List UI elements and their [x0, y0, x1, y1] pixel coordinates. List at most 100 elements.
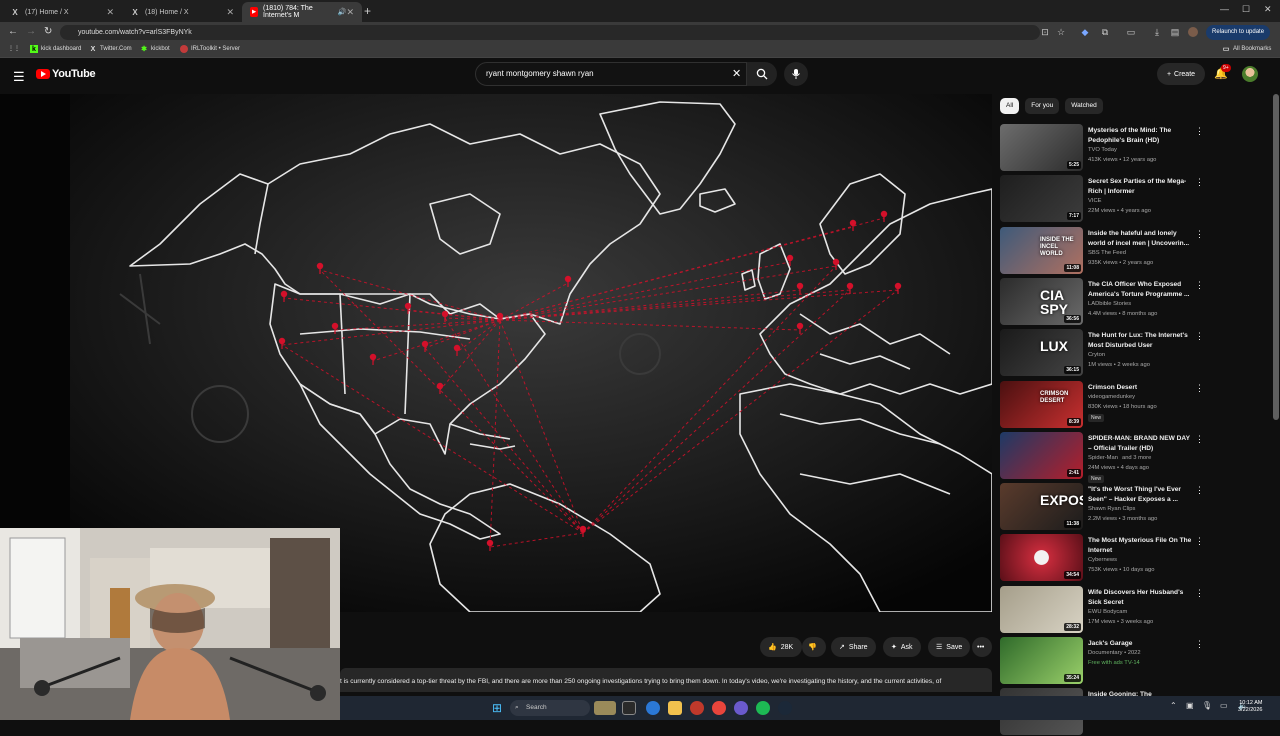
more-options-icon[interactable]: ⋮	[1195, 331, 1204, 342]
video-thumbnail[interactable]: 35:24	[1000, 637, 1083, 684]
video-thumbnail[interactable]: INSIDE THE INCEL WORLD 11:08	[1000, 226, 1083, 274]
spotify-icon[interactable]	[756, 701, 770, 715]
widgets-icon[interactable]	[594, 701, 616, 715]
recommendation-title[interactable]: Inside the hateful and lonely world of i…	[1088, 229, 1192, 249]
address-bar[interactable]: youtube.com/watch?v=arlS3FByNYk	[60, 25, 1040, 40]
chrome-icon[interactable]	[712, 701, 726, 715]
video-description[interactable]: t is currently considered a top-tier thr…	[340, 668, 992, 692]
recommendation-title[interactable]: Crimson Desert	[1088, 383, 1192, 393]
recommendation-title[interactable]: Secret Sex Parties of the Mega-Rich | In…	[1088, 177, 1192, 197]
close-tab-icon[interactable]: ✕	[226, 7, 234, 18]
taskbar-search[interactable]: ⌕ Search	[510, 700, 590, 716]
account-avatar[interactable]	[1242, 66, 1258, 82]
tray-chevron-icon[interactable]: ⌃	[1170, 701, 1184, 715]
browser-tab-x-home-2[interactable]: X (18) Home / X ✕	[122, 2, 242, 22]
channel-name[interactable]: Spider-Man and 3 more	[1088, 455, 1151, 461]
speaker-icon[interactable]: 🔊	[338, 8, 347, 16]
recommendation-item[interactable]: 28:32 Wife Discovers Her Husband's Sick S…	[1000, 585, 1270, 634]
bookmark-kickbot[interactable]: ✱ kickbot	[140, 45, 170, 53]
recommendation-title[interactable]: Jack's Garage	[1088, 639, 1192, 649]
ask-button[interactable]: ✦ Ask	[883, 637, 921, 657]
more-options-icon[interactable]: ⋮	[1195, 434, 1204, 445]
system-clock[interactable]: 10:12 AM 3/22/2026	[1238, 700, 1262, 714]
network-icon[interactable]: ▭	[1220, 701, 1234, 715]
video-thumbnail[interactable]: 34:54	[1000, 534, 1083, 582]
chip-watched[interactable]: Watched	[1065, 98, 1103, 114]
more-options-icon[interactable]: ⋮	[1195, 229, 1204, 240]
relaunch-button[interactable]: Relaunch to update	[1206, 25, 1271, 40]
channel-name[interactable]: Cybernews	[1088, 557, 1117, 563]
extensions-icon[interactable]: ⧉	[1100, 27, 1110, 37]
channel-name[interactable]: Shawn Ryan Clips	[1088, 506, 1135, 512]
edge-browser-icon[interactable]	[646, 701, 660, 715]
microphone-tray-icon[interactable]: 🎙	[1202, 701, 1216, 715]
channel-name[interactable]: EWU Bodycam	[1088, 609, 1127, 615]
forward-icon[interactable]: →	[26, 26, 36, 37]
search-button[interactable]	[747, 62, 777, 86]
channel-name[interactable]: VICE	[1088, 198, 1102, 204]
video-thumbnail[interactable]: 7:17	[1000, 175, 1083, 223]
recommendation-item[interactable]: 7:17 Secret Sex Parties of the Mega-Rich …	[1000, 175, 1270, 223]
voice-search-button[interactable]	[784, 62, 808, 86]
video-thumbnail[interactable]: 5:25	[1000, 124, 1083, 171]
channel-name[interactable]: TVO Today	[1088, 147, 1117, 153]
recommendation-item[interactable]: CRIMSON DESERT 8:39 Crimson Desert videogam…	[1000, 380, 1270, 429]
share-button[interactable]: ↗ Share	[831, 637, 876, 657]
menu-icon[interactable]: ☰	[13, 69, 25, 85]
more-options-icon[interactable]: ⋮	[1195, 639, 1204, 650]
back-icon[interactable]: ←	[8, 26, 18, 37]
recommendation-item[interactable]: CIA SPY 36:56 The CIA Officer Who Exposed …	[1000, 277, 1270, 326]
browser-tab-x-home-1[interactable]: X (17) Home / X ✕	[2, 2, 122, 22]
task-view-icon[interactable]	[622, 701, 636, 715]
recommendation-item[interactable]: 34:54 The Most Mysterious File On The Int…	[1000, 534, 1270, 582]
reload-icon[interactable]: ↻	[44, 26, 52, 37]
more-options-icon[interactable]: ⋮	[1195, 280, 1204, 291]
bookmark-kick-dashboard[interactable]: k kick dashboard	[30, 45, 81, 53]
discord-icon[interactable]	[734, 701, 748, 715]
recommendation-item[interactable]: 2:41 SPIDER-MAN: BRAND NEW DAY – Official…	[1000, 431, 1270, 483]
recommendation-item[interactable]: LUX 36:15 The Hunt for Lux: The Internet's…	[1000, 329, 1270, 377]
recommendation-title[interactable]: Wife Discovers Her Husband's Sick Secret	[1088, 588, 1192, 608]
browser-tab-youtube[interactable]: ▶ (1810) 784: The Internet's M 🔊 ✕	[242, 2, 362, 22]
channel-name[interactable]: LADbible Stories	[1088, 301, 1131, 307]
recommendation-title[interactable]: The Hunt for Lux: The Internet's Most Di…	[1088, 331, 1192, 351]
close-tab-icon[interactable]: ✕	[106, 7, 114, 18]
all-bookmarks-button[interactable]: ▭ All Bookmarks	[1222, 45, 1272, 53]
video-thumbnail[interactable]: 28:32	[1000, 585, 1083, 633]
video-thumbnail[interactable]: CRIMSON DESERT 8:39	[1000, 380, 1083, 428]
extension-icon[interactable]: ◆	[1080, 27, 1090, 37]
video-thumbnail[interactable]: EXPOSING 11:38	[1000, 483, 1083, 531]
apps-grid-icon[interactable]: ⋮⋮	[8, 45, 20, 52]
channel-name[interactable]: SBS The Feed	[1088, 250, 1126, 256]
maximize-icon[interactable]: ☐	[1242, 4, 1250, 15]
bookmark-twitter[interactable]: X Twitter.Com	[89, 45, 132, 53]
recommendation-title[interactable]: The Most Mysterious File On The Internet	[1088, 536, 1192, 556]
more-actions-button[interactable]: •••	[972, 637, 992, 657]
video-thumbnail[interactable]: 2:41	[1000, 431, 1083, 479]
steam-icon[interactable]	[778, 701, 792, 715]
windows-start-icon[interactable]: ⊞	[490, 701, 504, 715]
recommendation-title[interactable]: SPIDER-MAN: BRAND NEW DAY – Official Tra…	[1088, 434, 1192, 454]
recommendation-item[interactable]: 35:24 Jack's Garage Documentary • 2022 Free…	[1000, 637, 1270, 685]
video-thumbnail[interactable]: LUX 36:15	[1000, 329, 1083, 377]
minimize-icon[interactable]: —	[1220, 4, 1229, 14]
new-tab-button[interactable]: +	[364, 4, 371, 18]
channel-name[interactable]: videogamedunkey	[1088, 394, 1135, 400]
channel-name[interactable]: Cryton	[1088, 352, 1105, 358]
save-button[interactable]: ☰ Save	[928, 637, 971, 657]
recommendation-title[interactable]: Mysteries of the Mind: The Pedophile's B…	[1088, 126, 1192, 146]
profile-avatar[interactable]	[1188, 27, 1198, 37]
more-options-icon[interactable]: ⋮	[1195, 383, 1204, 394]
tray-app-icon[interactable]: ▣	[1186, 701, 1200, 715]
more-options-icon[interactable]: ⋮	[1195, 177, 1204, 188]
more-options-icon[interactable]: ⋮	[1195, 485, 1204, 496]
search-input[interactable]: ryant montgomery shawn ryan	[475, 62, 747, 86]
app-icon-red[interactable]	[690, 701, 704, 715]
video-thumbnail[interactable]: CIA SPY 36:56	[1000, 277, 1083, 325]
like-button[interactable]: 👍 28K	[760, 637, 802, 657]
more-options-icon[interactable]: ⋮	[1195, 536, 1204, 547]
close-window-icon[interactable]: ✕	[1264, 4, 1272, 15]
clear-search-icon[interactable]: ✕	[732, 67, 741, 80]
create-button[interactable]: + Create	[1157, 63, 1205, 85]
channel-name[interactable]: Documentary • 2022	[1088, 650, 1141, 656]
